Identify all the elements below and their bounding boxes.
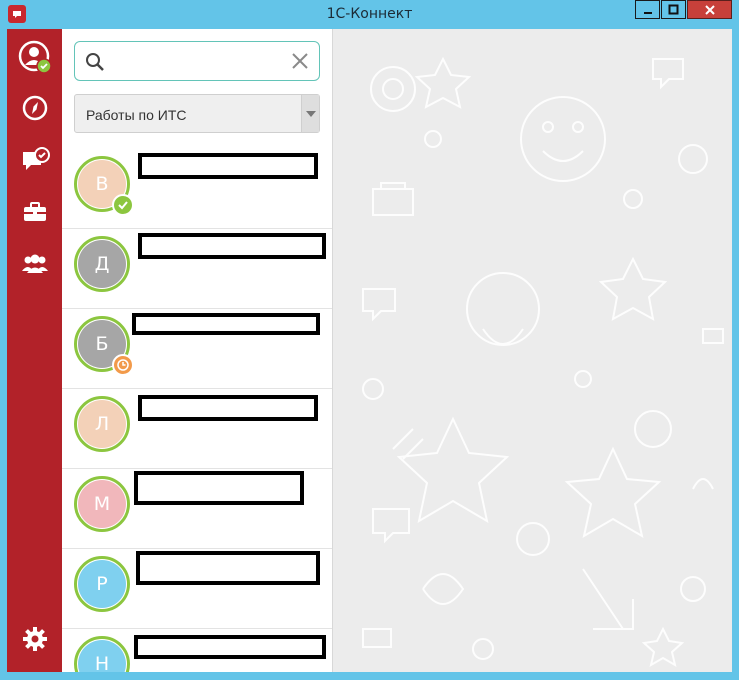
clear-icon[interactable] (291, 52, 309, 75)
avatar-circle: М (78, 480, 126, 528)
list-item[interactable]: Д (62, 229, 332, 309)
avatar-circle: Л (78, 400, 126, 448)
avatar: Р (74, 556, 130, 612)
compass-icon (21, 94, 49, 127)
chat-check-icon (20, 146, 50, 179)
minimize-button[interactable] (635, 0, 660, 19)
redacted-name (134, 471, 304, 505)
gear-icon (22, 626, 48, 657)
chevron-down-icon (301, 95, 319, 132)
avatar: Д (74, 236, 130, 292)
contacts-panel: Работы по ИТС В Д Б Л М Р Н (62, 29, 333, 672)
nav-contacts[interactable] (7, 246, 62, 286)
avatar: М (74, 476, 130, 532)
nav-settings[interactable] (7, 621, 62, 661)
chat-area-wallpaper (333, 29, 732, 672)
filter-select[interactable]: Работы по ИТС (74, 94, 320, 133)
user-profile-icon (18, 40, 52, 79)
app-window: 1С-Коннект Работы по ИТС В Д Б Л М Р Н (0, 0, 739, 680)
avatar-initial: В (95, 173, 109, 195)
redacted-name (132, 313, 320, 335)
close-button[interactable] (687, 0, 732, 19)
avatar: Л (74, 396, 130, 452)
clock-icon (112, 354, 134, 376)
list-item[interactable]: Б (62, 309, 332, 389)
online-status-icon (112, 194, 134, 216)
redacted-name (138, 233, 326, 259)
window-title: 1С-Коннект (326, 6, 413, 22)
redacted-name (138, 395, 318, 421)
list-item[interactable]: Л (62, 389, 332, 469)
nav-explore[interactable] (7, 90, 62, 130)
nav-work[interactable] (7, 194, 62, 234)
app-content: Работы по ИТС В Д Б Л М Р Н (7, 29, 732, 672)
briefcase-icon (22, 200, 48, 229)
filter-selected-value: Работы по ИТС (86, 107, 187, 123)
redacted-name (134, 635, 326, 659)
nav-rail (7, 29, 62, 672)
list-item[interactable]: В (62, 149, 332, 229)
search-box[interactable] (74, 41, 320, 81)
nav-chats[interactable] (7, 142, 62, 182)
avatar-initial: Д (94, 253, 110, 275)
maximize-button[interactable] (661, 0, 686, 19)
list-item[interactable]: М (62, 469, 332, 549)
list-item[interactable]: Н (62, 629, 332, 672)
search-input[interactable] (109, 50, 289, 72)
avatar-initial: Н (94, 653, 110, 672)
nav-profile[interactable] (7, 39, 62, 79)
avatar-circle: Р (78, 560, 126, 608)
people-group-icon (20, 252, 50, 281)
avatar-initial: Б (95, 333, 109, 355)
redacted-name (138, 153, 318, 179)
avatar-initial: М (93, 493, 111, 515)
avatar: Н (74, 636, 130, 672)
avatar-initial: Р (96, 573, 108, 595)
redacted-name (136, 551, 320, 585)
contact-list: В Д Б Л М Р Н (62, 149, 332, 672)
title-bar: 1С-Коннект (0, 0, 739, 28)
search-icon (85, 52, 105, 77)
list-item[interactable]: Р (62, 549, 332, 629)
avatar-initial: Л (94, 413, 110, 435)
doodle-pattern (362, 56, 724, 668)
avatar-circle: Н (78, 640, 126, 672)
avatar-circle: Д (78, 240, 126, 288)
